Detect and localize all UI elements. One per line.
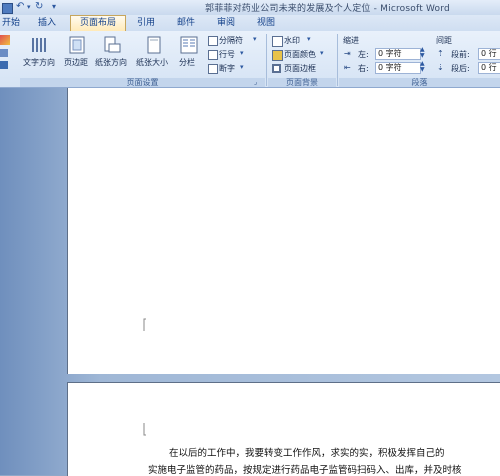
indent-left-input[interactable]: 0 字符 (375, 48, 421, 60)
ribbon-tabs: 开始 插入 页面布局 引用 邮件 审阅 视图 (0, 15, 500, 32)
document-page[interactable]: 在以后的工作中，我要转变工作作风，求实的实，积极发挥自己的 实施电子监管的药品，… (67, 382, 500, 476)
customize-quick-access-icon[interactable]: ▾ (52, 2, 56, 11)
indent-left-spinner-icon[interactable]: ▲ ▼ (420, 47, 425, 59)
line-numbers-button[interactable]: 行号 (219, 49, 235, 60)
text-direction-button[interactable]: 文字方向 (23, 57, 55, 68)
page-setup-group-label: 页面设置 (20, 78, 265, 87)
columns-icon[interactable] (180, 36, 198, 54)
tab-view[interactable]: 视图 (250, 16, 282, 30)
spacing-after-label: 段后: (451, 64, 470, 73)
indent-left-label: 左: (358, 50, 369, 59)
spacing-header: 间距 (436, 36, 452, 45)
page-color-dropdown-icon[interactable]: ▾ (320, 49, 324, 57)
line-numbers-dropdown-icon[interactable]: ▾ (240, 49, 244, 57)
spacing-before-input[interactable]: 0 行 (478, 48, 500, 60)
indent-right-icon: ⇤ (344, 63, 351, 72)
save-icon[interactable] (2, 3, 13, 14)
spacing-before-label: 段前: (451, 50, 470, 59)
paragraph-group-label: 段落 (339, 78, 500, 87)
document-page[interactable] (67, 88, 500, 374)
document-text-line[interactable]: 实施电子监管的药品，按规定进行药品电子监管码扫码入、出库，并及时核 (148, 462, 462, 476)
margins-icon[interactable] (68, 36, 86, 54)
orientation-button[interactable]: 纸张方向 (95, 57, 127, 68)
undo-icon[interactable]: ↶ (16, 1, 24, 12)
orientation-icon[interactable] (103, 36, 121, 54)
indent-left-icon: ⇥ (344, 49, 351, 58)
line-numbers-icon[interactable] (208, 50, 218, 60)
indent-right-input[interactable]: 0 字符 (375, 62, 421, 74)
theme-fonts-icon[interactable] (0, 61, 8, 69)
tab-mailings[interactable]: 邮件 (170, 16, 202, 30)
separator (266, 34, 267, 86)
breaks-button[interactable]: 分隔符 (219, 35, 243, 46)
breaks-dropdown-icon[interactable]: ▾ (253, 35, 257, 43)
spacing-before-icon: ⇡ (437, 49, 444, 58)
page-borders-icon[interactable] (272, 64, 281, 73)
redo-icon[interactable]: ↻ (35, 1, 43, 12)
breaks-icon[interactable] (208, 36, 218, 46)
spacing-after-input[interactable]: 0 行 (478, 62, 500, 74)
text-direction-icon[interactable] (30, 36, 48, 54)
ribbon: 文字方向 页边距 纸张方向 纸张大小 分栏 分隔符 ▾ 行号 ▾ 断字 ▾ 页面… (0, 31, 500, 88)
office-quick-access: ↶ ▾ ↻ ▾ (0, 1, 70, 14)
margins-button[interactable]: 页边距 (64, 57, 88, 68)
indent-header: 缩进 (343, 36, 359, 45)
margin-corner-mark (143, 423, 146, 436)
spacing-after-icon: ⇣ (437, 63, 444, 72)
document-text-line[interactable]: 在以后的工作中，我要转变工作作风，求实的实，积极发挥自己的 (169, 445, 445, 459)
watermark-dropdown-icon[interactable]: ▾ (307, 35, 311, 43)
themes-icon[interactable] (0, 35, 10, 45)
tab-home[interactable]: 开始 (0, 16, 22, 30)
undo-dropdown-icon[interactable]: ▾ (27, 3, 31, 11)
title-bar: ↶ ▾ ↻ ▾ 郭菲菲对药业公司未来的发展及个人定位 - Microsoft W… (0, 0, 500, 16)
page-setup-launcher-icon[interactable]: ⌟ (254, 78, 257, 86)
page-borders-button[interactable]: 页面边框 (284, 63, 316, 74)
theme-colors-icon[interactable] (0, 49, 8, 57)
indent-right-label: 右: (358, 64, 369, 73)
watermark-button[interactable]: 水印 (284, 35, 300, 46)
tab-review[interactable]: 审阅 (210, 16, 242, 30)
columns-button[interactable]: 分栏 (179, 57, 195, 68)
page-color-button[interactable]: 页面颜色 (284, 49, 316, 60)
page-size-button[interactable]: 纸张大小 (136, 57, 168, 68)
margin-corner-mark (143, 318, 146, 331)
page-background-group-label: 页面背景 (268, 78, 336, 87)
tab-insert[interactable]: 插入 (30, 16, 64, 30)
indent-right-spinner-icon[interactable]: ▲ ▼ (420, 61, 425, 73)
hyphenation-icon[interactable] (208, 64, 218, 74)
separator (337, 34, 338, 86)
page-color-icon[interactable] (272, 50, 283, 61)
tab-page-layout[interactable]: 页面布局 (70, 15, 126, 32)
tab-references[interactable]: 引用 (130, 16, 162, 30)
window-title: 郭菲菲对药业公司未来的发展及个人定位 - Microsoft Word (205, 4, 450, 14)
page-size-icon[interactable] (145, 36, 163, 54)
watermark-icon[interactable] (272, 36, 283, 47)
hyphenation-dropdown-icon[interactable]: ▾ (240, 63, 244, 71)
hyphenation-button[interactable]: 断字 (219, 63, 235, 74)
